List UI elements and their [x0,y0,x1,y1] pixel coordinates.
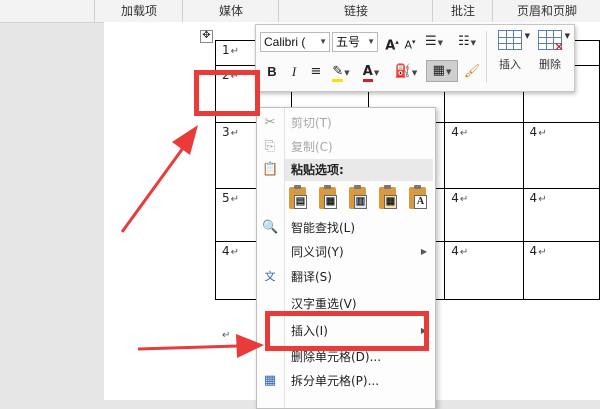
paste-overwrite-cells-button[interactable]: ▦ [377,185,399,214]
menu-item-translate[interactable]: 文 翻译(S) [257,266,435,288]
paste-overwrite-icon: ▦ [384,195,397,209]
menu-item-label: 同义词(Y) [291,245,344,259]
context-menu: ✂ 剪切(T) ⎘ 复制(C) 📋 粘贴选项: ▤ ▦ ▥ ▦ A 🔍 智能查找… [256,107,436,409]
table-cell[interactable]: 4 [522,188,600,242]
delete-table-button[interactable]: ✕ ▼ 删除 [532,30,570,72]
menu-item-label: 剪切(T) [291,116,332,130]
bullets-button[interactable]: ☰▼ [420,32,448,52]
table-move-handle-icon[interactable]: ✥ [200,30,213,43]
insert-table-button[interactable]: ▼ 插入 [492,30,530,72]
highlighter-icon: ✎ [332,65,344,82]
toolbar-separator [486,31,487,83]
format-painter-icon: 🖌 [463,64,481,79]
split-cells-icon: ▦ [263,373,277,388]
shrink-font-button[interactable]: A▾ [400,32,420,52]
copy-icon: ⎘ [264,139,276,154]
paste-table-icon: ▤ [294,195,307,209]
translate-icon: 文 [264,270,276,283]
align-center-button[interactable]: ≡ [306,62,326,82]
grow-font-button[interactable]: A▴ [382,32,402,53]
table-cell[interactable]: 4 [522,122,600,189]
menu-item-label: 复制(C) [291,140,333,154]
font-size-value: 五号 [336,35,361,49]
paste-options-header: 粘贴选项: [285,159,433,181]
ribbon-group-bar: 加载项 媒体 链接 批注 页眉和页脚 [0,0,600,23]
menu-item-label: 智能查找(L) [291,221,356,235]
cell-text: 4 [530,244,547,258]
insert-table-icon: ▼ [498,30,530,52]
italic-button[interactable]: I [284,62,304,82]
chevron-down-icon: ▼ [367,37,375,46]
cell-text: 3 [222,125,239,139]
ribbon-group-header-footer: 页眉和页脚 [492,0,600,22]
font-color-icon: A [362,65,373,82]
insert-label: 插入 [499,58,521,71]
submenu-arrow-icon: ▶ [420,247,427,256]
numbering-button[interactable]: ☷▼ [452,32,482,52]
cell-highlight-box [194,70,260,116]
font-size-select[interactable]: 五号 ▼ [332,32,378,52]
ribbon-group-addins: 加载项 [94,0,183,22]
shading-button[interactable]: ⛽▼ [392,62,420,82]
ribbon-group-links: 链接 [278,0,433,22]
numbered-list-icon: ☷ [457,34,470,49]
menu-item-split-cells[interactable]: ▦ 拆分单元格(P)... [257,370,435,392]
menu-item-smart-lookup[interactable]: 🔍 智能查找(L) [257,217,435,239]
cell-text: 4 [451,244,468,258]
table-cell[interactable]: 4 [444,122,524,189]
insert-highlight-box [265,311,429,351]
format-painter-button[interactable]: 🖌 [462,62,482,82]
highlight-button[interactable]: ✎▼ [328,62,354,82]
menu-item-copy[interactable]: ⎘ 复制(C) [257,136,435,158]
clipboard-icon: 📋 [262,162,279,177]
paragraph-mark-icon: ↵ [222,330,231,341]
borders-icon: ▦ [432,63,445,78]
table-cell[interactable]: 4 [444,188,524,242]
delete-table-icon: ✕ ▼ [538,30,570,53]
cell-text: 4 [451,191,468,205]
menu-item-label: 翻译(S) [291,270,332,284]
font-color-button[interactable]: A▼ [358,62,384,82]
menu-item-synonyms[interactable]: 同义词(Y) ▶ [257,241,435,263]
cell-text: 4 [530,191,547,205]
ribbon-group-comments: 批注 [432,0,493,22]
paint-bucket-icon: ⛽ [394,64,411,79]
table-cell[interactable]: 4 [444,241,524,300]
ribbon-group-media: 媒体 [182,0,279,22]
bold-button[interactable]: B [262,62,282,82]
paste-keep-formatting-button[interactable]: ▤ [287,185,309,214]
paste-merge-table-button[interactable]: ▥ [347,185,369,214]
font-name-value: Calibri ( [264,35,306,49]
paste-merge-icon: ▥ [354,195,367,209]
paste-nest-table-button[interactable]: ▦ [317,185,339,214]
table-cell[interactable]: 4 [522,241,600,300]
borders-button[interactable]: ▦▼ [426,60,458,82]
smart-lookup-icon: 🔍 [262,220,279,235]
mini-toolbar: Calibri (▼ 五号 ▼ A▴ A▾ ☰▼ ☷▼ B I ≡ ✎▼ A▼ ⛽… [255,24,575,92]
cell-text: 1 [222,43,239,57]
font-name-select[interactable]: Calibri ( ▼ [260,32,330,52]
align-center-icon: ≡ [310,64,322,79]
paste-text-icon: A [414,195,427,209]
chevron-down-icon: ▼ [319,37,327,46]
paste-nested-icon: ▦ [324,195,337,209]
cell-text: 4 [222,244,239,258]
menu-item-cut[interactable]: ✂ 剪切(T) [257,112,435,134]
cell-text: 4 [451,125,468,139]
cell-text: 4 [530,125,547,139]
menu-item-label: 拆分单元格(P)... [291,374,380,388]
bullet-list-icon: ☰ [424,34,437,49]
delete-label: 删除 [539,58,561,71]
scissors-icon: ✂ [264,115,276,130]
cell-text: 5 [222,191,239,205]
paste-text-only-button[interactable]: A [407,185,429,214]
